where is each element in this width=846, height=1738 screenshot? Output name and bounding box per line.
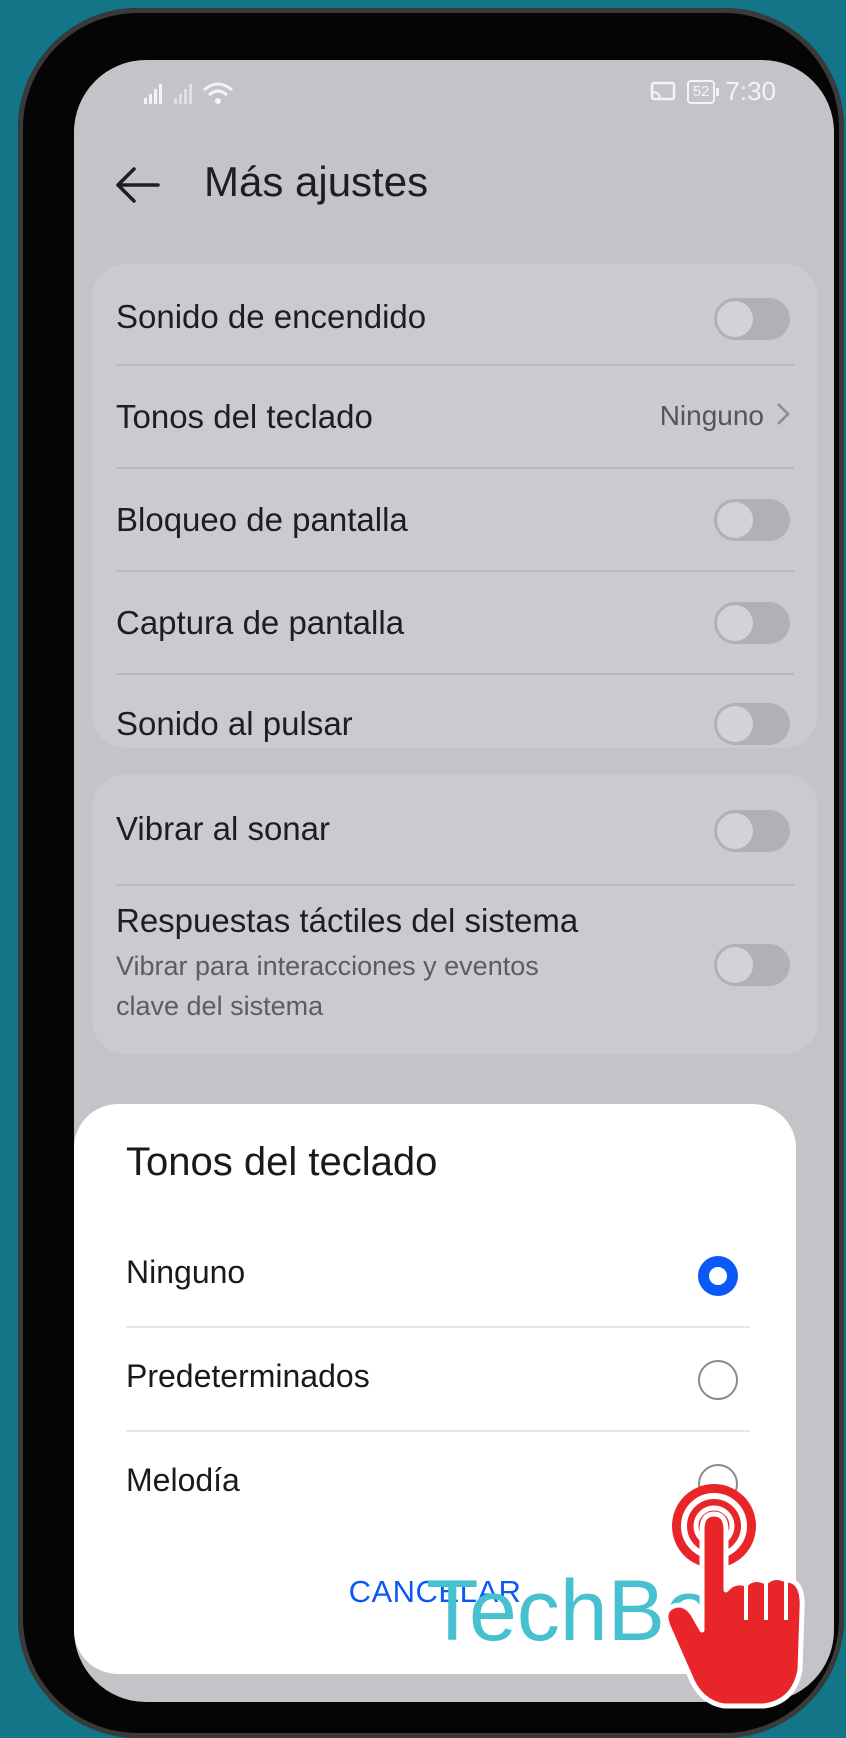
status-bar: 52 7:30: [74, 60, 834, 120]
radio-icon[interactable]: [698, 1360, 738, 1400]
option-label: Melodía: [126, 1462, 240, 1498]
divider: [126, 1430, 750, 1432]
row-sublabel: clave del sistema: [116, 991, 324, 1021]
option-predeterminados[interactable]: Predeterminados: [126, 1330, 750, 1430]
row-bloqueo-pantalla[interactable]: Bloqueo de pantalla: [116, 469, 794, 569]
radio-selected-icon[interactable]: [698, 1256, 738, 1296]
settings-card-vibration: Vibrar al sonar Respuestas táctiles del …: [92, 774, 818, 1054]
page-header: Más ajustes: [74, 150, 834, 230]
tonos-value: Ninguno: [659, 400, 764, 431]
page-title: Más ajustes: [204, 158, 429, 205]
toggle-captura-pantalla[interactable]: [714, 602, 790, 644]
row-vibrar-sonar[interactable]: Vibrar al sonar: [116, 774, 794, 874]
status-right: 52 7:30: [649, 76, 776, 107]
battery-indicator: 52: [686, 79, 720, 104]
cast-icon: [650, 81, 675, 100]
row-label: Vibrar al sonar: [116, 810, 331, 847]
toggle-vibrar-sonar[interactable]: [714, 810, 790, 852]
status-time: 7:30: [725, 76, 776, 106]
dialog-title: Tonos del teclado: [126, 1140, 438, 1184]
toggle-sonido-pulsar[interactable]: [714, 703, 790, 745]
divider: [126, 1326, 750, 1328]
row-label: Sonido al pulsar: [116, 705, 353, 742]
settings-card-sounds: Sonido de encendido Tonos del teclado Ni…: [92, 264, 818, 748]
row-label: Tonos del teclado: [116, 398, 373, 435]
option-label: Predeterminados: [126, 1358, 370, 1394]
toggle-respuestas-tactiles[interactable]: [714, 944, 790, 986]
row-respuestas-tactiles[interactable]: Respuestas táctiles del sistema Vibrar p…: [116, 886, 794, 1054]
row-captura-pantalla[interactable]: Captura de pantalla: [116, 572, 794, 672]
tap-hand-icon: [663, 1484, 805, 1709]
row-label: Bloqueo de pantalla: [116, 501, 408, 538]
option-label: Ninguno: [126, 1254, 246, 1290]
signal-icons: [142, 78, 252, 114]
row-label: Sonido de encendido: [116, 298, 427, 335]
back-arrow-icon[interactable]: [114, 160, 162, 210]
row-sublabel: Vibrar para interacciones y eventos: [116, 951, 539, 981]
row-label: Captura de pantalla: [116, 604, 405, 641]
chevron-right-icon: [777, 403, 790, 425]
toggle-sonido-encendido[interactable]: [714, 298, 790, 340]
row-sonido-pulsar[interactable]: Sonido al pulsar: [116, 675, 794, 747]
row-label: Respuestas táctiles del sistema: [116, 902, 579, 939]
signal-icon: [144, 82, 233, 104]
toggle-bloqueo-pantalla[interactable]: [714, 499, 790, 541]
row-sonido-encendido[interactable]: Sonido de encendido: [116, 264, 794, 364]
row-tonos-teclado[interactable]: Tonos del teclado Ninguno: [116, 366, 794, 466]
option-ninguno[interactable]: Ninguno: [126, 1226, 750, 1326]
